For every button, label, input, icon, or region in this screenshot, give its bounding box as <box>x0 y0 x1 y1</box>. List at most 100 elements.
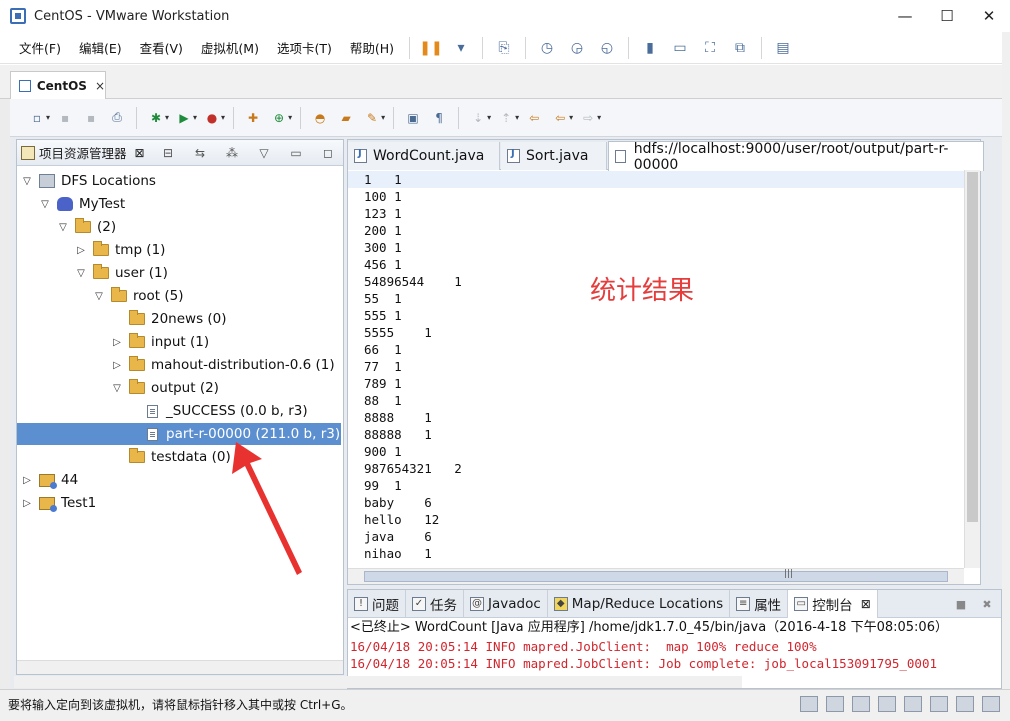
tab-tasks[interactable]: ✓ 任务 <box>406 590 464 618</box>
fullscreen-icon[interactable]: ⛶ <box>699 37 721 59</box>
dropdown-icon[interactable]: ▾ <box>450 37 472 59</box>
console-close-icon[interactable]: ⊠ <box>861 597 871 611</box>
menu-help[interactable]: 帮助(H) <box>341 38 403 57</box>
scroll-thumb[interactable] <box>967 172 978 522</box>
collapsed-toggle-icon[interactable]: ▷ <box>111 360 123 371</box>
open-folder-icon[interactable]: ▰ <box>337 109 355 127</box>
tree-item[interactable]: ▷ 44 <box>17 469 78 491</box>
expanded-toggle-icon[interactable]: ▽ <box>93 291 105 302</box>
unity-icon[interactable]: ⧉ <box>729 37 751 59</box>
view-menu-icon[interactable]: ⁂ <box>223 144 241 162</box>
terminate-icon[interactable]: ■ <box>953 596 969 612</box>
close-button[interactable]: ✕ <box>968 0 1010 32</box>
library-icon[interactable]: ▮ <box>639 37 661 59</box>
toggle-mark-icon[interactable]: ▣ <box>404 109 422 127</box>
forward-icon[interactable]: ⇨ <box>579 109 597 127</box>
expanded-toggle-icon[interactable]: ▽ <box>75 268 87 279</box>
tab-mapreduce-locations[interactable]: ◆ Map/Reduce Locations <box>548 590 731 618</box>
expanded-toggle-icon[interactable]: ▽ <box>39 199 51 210</box>
menu-vm[interactable]: 虚拟机(M) <box>192 38 268 57</box>
scroll-thumb[interactable] <box>364 571 948 582</box>
tree-item[interactable]: ▽ MyTest <box>17 193 125 215</box>
tree-item[interactable]: ▷ tmp (1) <box>17 239 165 261</box>
tab-javadoc[interactable]: @ Javadoc <box>464 590 548 618</box>
editor-horizontal-scrollbar[interactable]: ||| <box>348 568 964 584</box>
tab-centos[interactable]: CentOS × <box>10 71 106 99</box>
chevron-down-icon[interactable]: ▽ <box>255 144 273 162</box>
tab-sort-java[interactable]: Sort.java <box>501 142 607 170</box>
tree-item[interactable]: testdata (0) <box>17 446 231 468</box>
tab-hdfs-file[interactable]: hdfs://localhost:9000/user/root/output/p… <box>608 141 984 173</box>
external-tools-icon[interactable]: ● <box>203 109 221 127</box>
next-annotation-icon[interactable]: ⇣ <box>469 109 487 127</box>
save-icon[interactable]: ▪ <box>56 109 74 127</box>
open-type-icon[interactable]: ◓ <box>311 109 329 127</box>
collapsed-toggle-icon[interactable]: ▷ <box>21 475 33 486</box>
tree-item[interactable]: 20news (0) <box>17 308 227 330</box>
view-tabs-icon[interactable]: ▤ <box>772 37 794 59</box>
tree-item[interactable]: ▷ input (1) <box>17 331 209 353</box>
explorer-close-icon[interactable]: ⊠ <box>135 146 145 160</box>
editor-vertical-scrollbar[interactable] <box>964 170 980 568</box>
tab-properties[interactable]: ≡ 属性 <box>730 590 789 618</box>
expanded-toggle-icon[interactable]: ▽ <box>57 222 69 233</box>
collapsed-toggle-icon[interactable]: ▷ <box>21 498 33 509</box>
run-icon[interactable]: ▶ <box>175 109 193 127</box>
revert-snapshot-icon[interactable]: ◶ <box>566 37 588 59</box>
save-all-icon[interactable]: ▪ <box>82 109 100 127</box>
minimize-button[interactable]: — <box>884 0 926 32</box>
snapshot-icon[interactable]: ◷ <box>536 37 558 59</box>
guest-horizontal-scrollbar[interactable] <box>14 676 742 688</box>
message-icon[interactable] <box>982 696 1000 712</box>
menu-edit[interactable]: 编辑(E) <box>70 38 131 57</box>
explorer-horizontal-scrollbar[interactable] <box>17 660 343 674</box>
expanded-toggle-icon[interactable]: ▽ <box>111 383 123 394</box>
search-icon[interactable]: ✎ <box>363 109 381 127</box>
back-icon[interactable]: ⇦ <box>551 109 569 127</box>
prev-annotation-icon[interactable]: ⇡ <box>497 109 515 127</box>
usb-icon[interactable] <box>878 696 896 712</box>
remove-launch-icon[interactable]: ✖ <box>979 596 995 612</box>
send-ctrl-alt-del-icon[interactable]: ⎘ <box>493 37 515 59</box>
display-icon[interactable] <box>956 696 974 712</box>
cdrom-icon[interactable] <box>826 696 844 712</box>
print-icon[interactable]: ⎙ <box>108 109 126 127</box>
sound-icon[interactable] <box>904 696 922 712</box>
snapshot-manager-icon[interactable]: ◵ <box>596 37 618 59</box>
menu-view[interactable]: 查看(V) <box>131 38 192 57</box>
hdd-icon[interactable] <box>800 696 818 712</box>
new-package-icon[interactable]: ✚ <box>244 109 262 127</box>
tree-item[interactable]: ▽ output (2) <box>17 377 219 399</box>
maximize-view-icon[interactable]: ◻ <box>319 144 337 162</box>
show-whitespace-icon[interactable]: ¶ <box>430 109 448 127</box>
tree-item[interactable]: ▽ user (1) <box>17 262 168 284</box>
expanded-toggle-icon[interactable]: ▽ <box>21 176 33 187</box>
tree-item[interactable]: part-r-00000 (211.0 b, r3) <box>17 423 341 445</box>
tree-item[interactable]: ▽ DFS Locations <box>17 170 156 192</box>
tab-wordcount-java[interactable]: WordCount.java <box>348 142 500 170</box>
link-editor-icon[interactable]: ⇆ <box>191 144 209 162</box>
collapse-all-icon[interactable]: ⊟ <box>159 144 177 162</box>
new-class-icon[interactable]: ⊕ <box>270 109 288 127</box>
file-content[interactable]: 统计结果 1 1 100 1 123 1 200 1 300 1 456 1 5489654… <box>348 170 964 568</box>
collapsed-toggle-icon[interactable]: ▷ <box>111 337 123 348</box>
pause-icon[interactable]: ❚❚ <box>419 37 442 59</box>
menu-file[interactable]: 文件(F) <box>10 38 70 57</box>
printer-icon[interactable] <box>930 696 948 712</box>
menu-tabs[interactable]: 选项卡(T) <box>268 38 341 57</box>
tab-console[interactable]: ▭ 控制台 ⊠ <box>788 590 878 618</box>
tree-item[interactable]: ▽ root (5) <box>17 285 183 307</box>
last-edit-icon[interactable]: ⇦ <box>525 109 543 127</box>
network-icon[interactable] <box>852 696 870 712</box>
console-view-icon[interactable]: ▭ <box>669 37 691 59</box>
collapsed-toggle-icon[interactable]: ▷ <box>75 245 87 256</box>
new-icon[interactable]: ▫ <box>28 109 46 127</box>
tab-problems[interactable]: ! 问题 <box>348 590 406 618</box>
tree-item[interactable]: _SUCCESS (0.0 b, r3) <box>17 400 308 422</box>
tab-close-icon[interactable]: × <box>95 79 105 93</box>
guest-screen[interactable]: ▫ ▾ ▪ ▪ ⎙ ✱ ▾ ▶ ▾ ● ▾ ✚ ⊕ ▾ ◓ ▰ ✎ ▾ ▣ ¶ ⇣ ▾ ⇡ ▾ … <box>10 99 1002 689</box>
tree-item[interactable]: ▽ (2) <box>17 216 116 238</box>
minimize-view-icon[interactable]: ▭ <box>287 144 305 162</box>
tree-item[interactable]: ▷ Test1 <box>17 492 96 514</box>
tree-item[interactable]: ▷ mahout-distribution-0.6 (1) <box>17 354 335 376</box>
